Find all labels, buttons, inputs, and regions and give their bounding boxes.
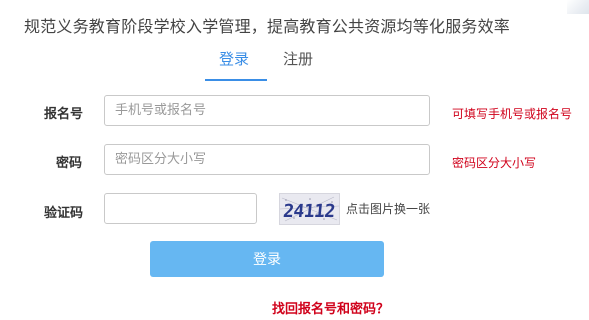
password-input[interactable] bbox=[104, 144, 430, 175]
username-hint: 可填写手机号或报名号 bbox=[452, 107, 573, 121]
captcha-input[interactable] bbox=[104, 193, 257, 224]
username-input[interactable] bbox=[104, 95, 430, 126]
password-label: 密码 bbox=[56, 156, 83, 171]
recover-credentials-link[interactable]: 找回报名号和密码？ bbox=[272, 298, 389, 317]
captcha-text: 24112 bbox=[282, 201, 336, 222]
login-button[interactable]: 登录 bbox=[150, 241, 384, 277]
captcha-label: 验证码 bbox=[44, 206, 84, 221]
corner-decoration bbox=[567, 0, 589, 14]
captcha-graphic: 24112 bbox=[279, 194, 340, 224]
active-tab-indicator bbox=[205, 79, 267, 81]
page-slogan: 规范义务教育阶段学校入学管理，提高教育公共资源均等化服务效率 bbox=[24, 17, 511, 36]
captcha-image[interactable]: 24112 bbox=[279, 193, 340, 225]
username-label: 报名号 bbox=[44, 107, 84, 122]
tab-register[interactable]: 注册 bbox=[283, 48, 313, 69]
password-hint: 密码区分大小写 bbox=[452, 156, 537, 170]
tab-login[interactable]: 登录 bbox=[219, 48, 249, 69]
captcha-refresh-link[interactable]: 点击图片换一张 bbox=[346, 200, 430, 217]
